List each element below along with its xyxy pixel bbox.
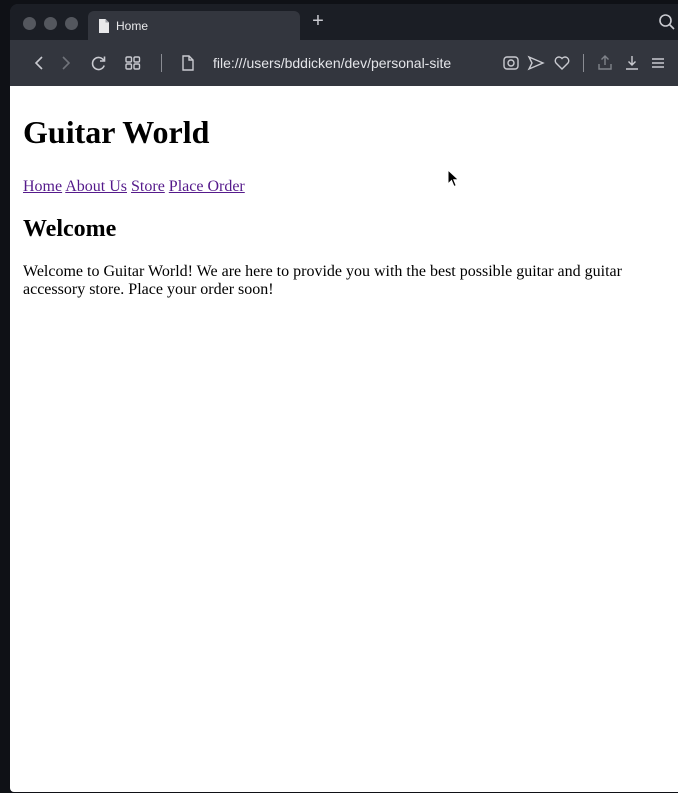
tab-home[interactable]: Home: [88, 11, 300, 40]
nav-link-store[interactable]: Store: [131, 178, 165, 195]
close-window-dot[interactable]: [23, 17, 36, 30]
site-title: Guitar World: [23, 114, 210, 150]
navigation-bar: file:///users/bddicken/dev/personal-site: [10, 40, 678, 86]
camera-icon[interactable]: [501, 53, 521, 73]
document-icon: [98, 18, 110, 33]
share-icon[interactable]: [595, 53, 615, 73]
nav-link-about-us[interactable]: About Us: [65, 178, 127, 195]
site-nav: Home About Us Store Place Order: [23, 177, 678, 197]
tab-bar: Home +: [10, 4, 678, 40]
menu-icon[interactable]: [648, 53, 668, 73]
reload-icon[interactable]: [89, 53, 109, 73]
new-tab-button[interactable]: +: [307, 9, 329, 33]
download-icon[interactable]: [622, 53, 642, 73]
nav-link-place-order[interactable]: Place Order: [169, 178, 245, 195]
minimize-window-dot[interactable]: [44, 17, 57, 30]
speed-dial-icon[interactable]: [123, 53, 143, 73]
send-icon[interactable]: [526, 53, 546, 73]
welcome-paragraph: Welcome to Guitar World! We are here to …: [23, 263, 622, 298]
forward-icon[interactable]: [55, 53, 75, 73]
section-heading: Welcome: [23, 216, 117, 242]
maximize-window-dot[interactable]: [65, 17, 78, 30]
nav-link-home[interactable]: Home: [23, 178, 62, 195]
toolbar-separator: [161, 54, 162, 72]
page-info-icon[interactable]: [178, 53, 198, 73]
address-bar[interactable]: file:///users/bddicken/dev/personal-site: [213, 53, 489, 73]
browser-window: Home + file:///users/bddicken/dev/person…: [10, 4, 678, 792]
toolbar-separator: [583, 54, 584, 72]
heart-icon[interactable]: [552, 53, 572, 73]
tab-title: Home: [116, 18, 149, 33]
search-tabs-icon[interactable]: [658, 13, 676, 31]
mouse-cursor-icon: [447, 168, 460, 193]
page-content: Guitar World Home About Us Store Place O…: [10, 86, 678, 792]
back-icon[interactable]: [30, 53, 50, 73]
